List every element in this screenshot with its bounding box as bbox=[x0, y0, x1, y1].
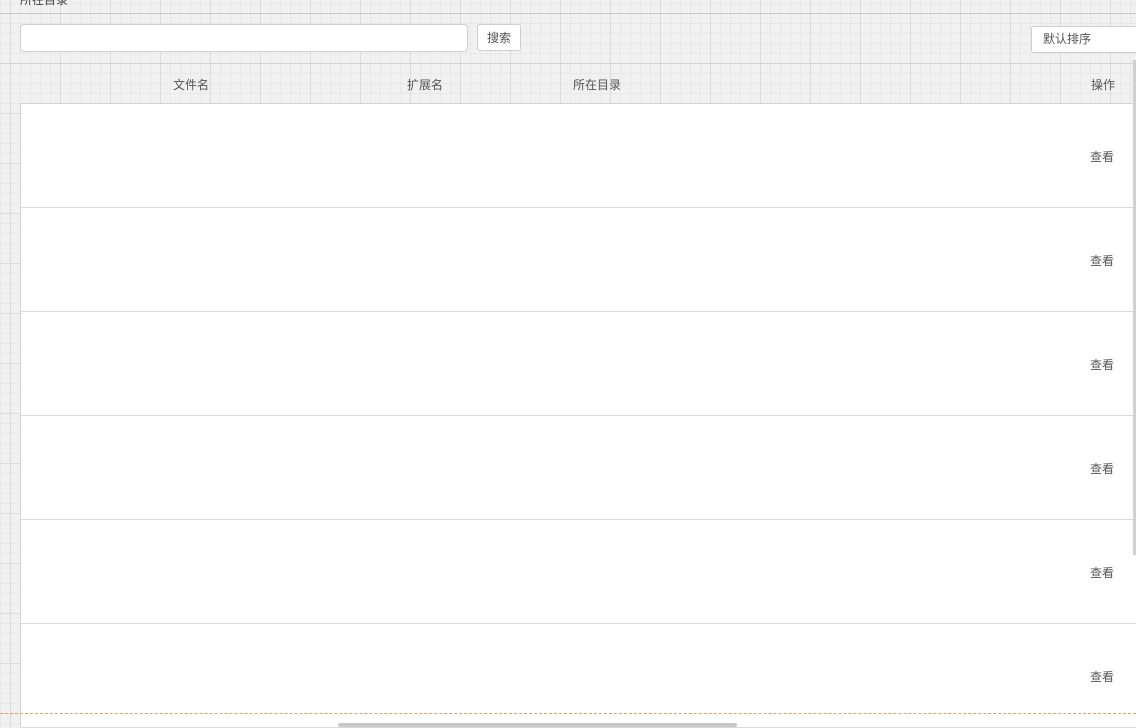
table-row: 查看 bbox=[21, 312, 1136, 416]
column-header-filename[interactable]: 文件名 bbox=[173, 76, 209, 93]
top-divider bbox=[0, 13, 1136, 14]
view-link[interactable]: 查看 bbox=[1090, 460, 1114, 477]
table-row: 查看 bbox=[21, 104, 1136, 208]
horizontal-scrollbar[interactable] bbox=[338, 723, 737, 727]
table-row: 查看 bbox=[21, 208, 1136, 312]
table-row: 查看 bbox=[21, 416, 1136, 520]
view-link[interactable]: 查看 bbox=[1090, 252, 1114, 269]
page-title: 所在目录 bbox=[20, 0, 69, 7]
view-link[interactable]: 查看 bbox=[1090, 356, 1114, 373]
search-button[interactable]: 搜索 bbox=[477, 24, 521, 51]
table-row: 查看 bbox=[21, 520, 1136, 624]
view-link[interactable]: 查看 bbox=[1090, 148, 1114, 165]
header-divider bbox=[0, 63, 1136, 64]
view-link[interactable]: 查看 bbox=[1090, 668, 1114, 685]
file-table: 查看 查看 查看 查看 查看 查看 bbox=[20, 103, 1136, 728]
column-header-actions: 操作 bbox=[1091, 78, 1116, 92]
column-header-directory[interactable]: 所在目录 bbox=[573, 76, 621, 93]
column-header-extension[interactable]: 扩展名 bbox=[407, 76, 443, 93]
search-input[interactable] bbox=[20, 24, 468, 52]
page-break-line bbox=[0, 713, 1136, 714]
view-link[interactable]: 查看 bbox=[1090, 564, 1114, 581]
sort-select[interactable]: 默认排序 bbox=[1031, 26, 1136, 53]
